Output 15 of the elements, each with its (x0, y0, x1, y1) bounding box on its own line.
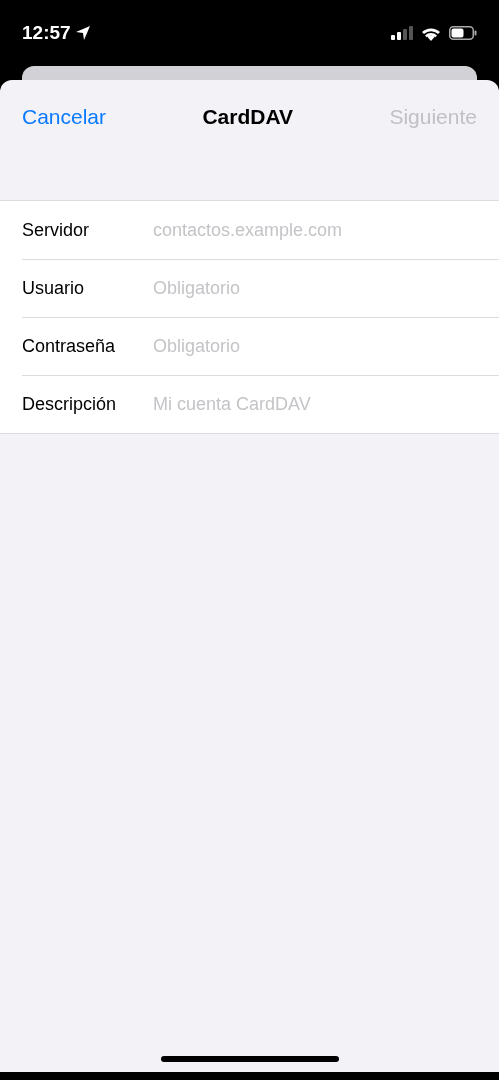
input-field[interactable]: Obligatorio (153, 333, 499, 360)
cancel-button[interactable]: Cancelar (22, 101, 107, 133)
input-field[interactable]: Obligatorio (153, 275, 499, 302)
status-time: 12:57 (22, 20, 71, 45)
signal-icon (391, 26, 413, 40)
input-field[interactable]: contactos.example.com (153, 216, 499, 244)
nav-title: CardDAV (202, 104, 294, 131)
field-label: Servidor (22, 218, 91, 242)
field-label: Contraseña (22, 335, 117, 358)
field-label: Usuario (22, 277, 86, 300)
location-arrow-icon (74, 25, 91, 41)
wifi-icon (421, 25, 441, 41)
field-label: Descripción (22, 393, 118, 416)
battery-icon (449, 26, 477, 40)
input-field[interactable]: Mi cuenta CardDAV (153, 391, 499, 418)
